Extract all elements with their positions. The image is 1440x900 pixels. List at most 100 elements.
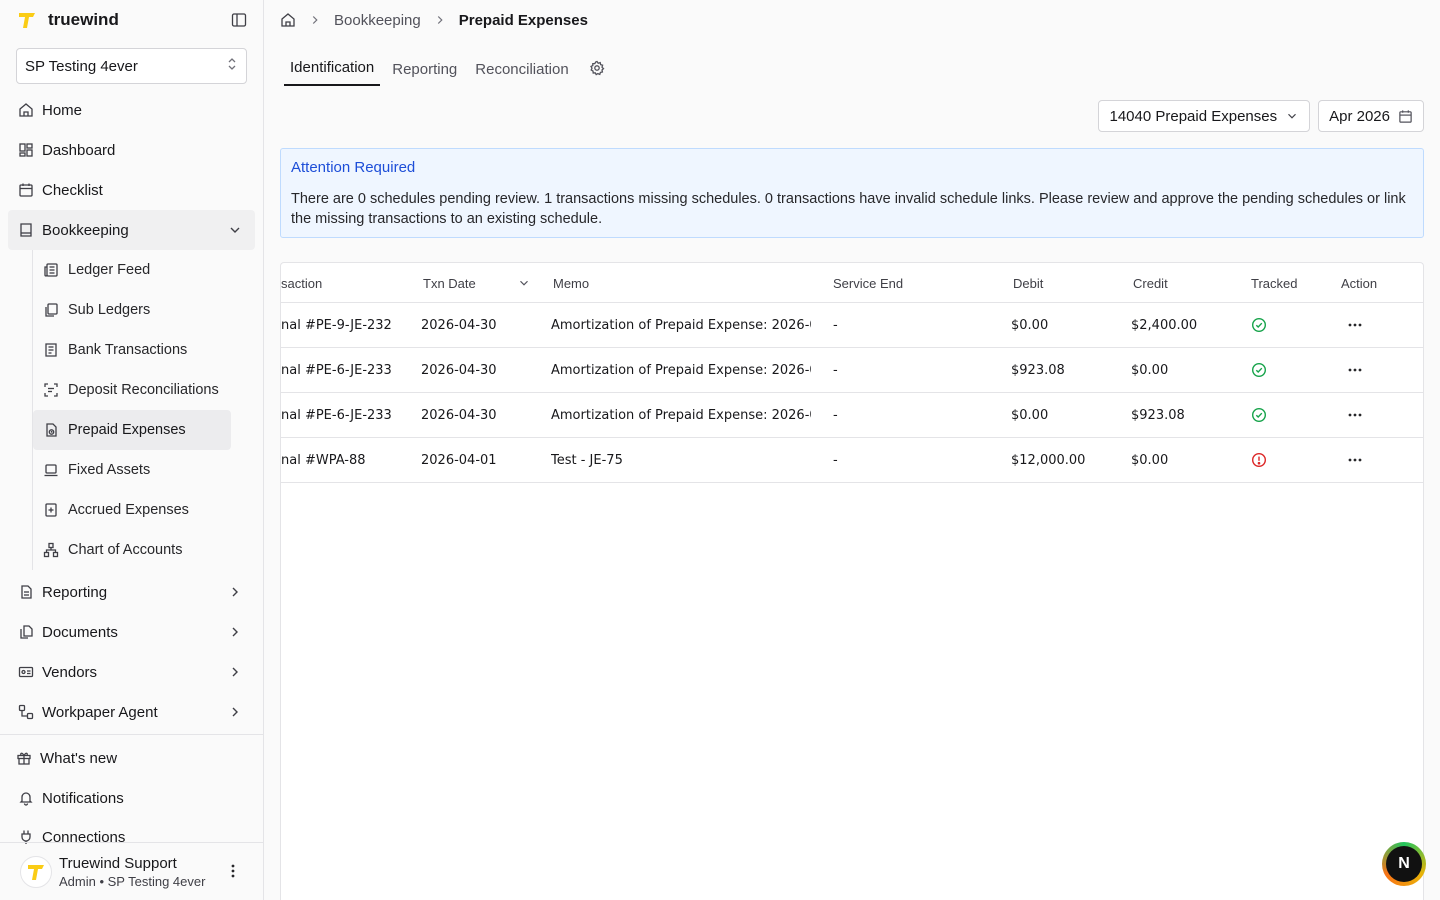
nav-label-documents: Documents — [42, 623, 118, 641]
cell-service-end: - — [833, 452, 838, 468]
nav-item-dashboard[interactable]: Dashboard — [0, 130, 263, 170]
cell-transaction[interactable]: nal #PE-6-JE-233 — [281, 348, 416, 392]
sidebar-item-bank-transactions[interactable]: Bank Transactions — [33, 330, 231, 370]
tabs: Identification Reporting Reconciliation — [284, 40, 1440, 86]
chevron-right-icon — [227, 624, 243, 640]
table-row[interactable]: nal #PE-9-JE-232 2026-04-30 Amortization… — [281, 303, 1423, 348]
breadcrumb: Bookkeeping Prepaid Expenses — [264, 0, 1440, 40]
org-name: SP Testing 4ever — [25, 57, 138, 75]
nav-label-notifications: Notifications — [42, 789, 124, 807]
nav-item-whats-new[interactable]: What's new — [0, 737, 263, 779]
files-icon — [18, 624, 34, 640]
more-horizontal-icon[interactable] — [1347, 303, 1365, 347]
table-row[interactable]: nal #WPA-88 2026-04-01 Test - JE-75 - $1… — [281, 438, 1423, 483]
home-icon[interactable] — [280, 12, 296, 28]
nav-item-documents[interactable]: Documents — [0, 612, 263, 652]
nav-item-home[interactable]: Home — [0, 90, 263, 130]
breadcrumb-current: Prepaid Expenses — [458, 11, 588, 29]
col-header-txn-date-label: Txn Date — [423, 275, 476, 291]
chevron-right-icon — [227, 664, 243, 680]
cell-transaction[interactable]: nal #WPA-88 — [281, 438, 416, 482]
more-horizontal-icon[interactable] — [1347, 348, 1365, 392]
transactions-table: saction Txn Date Memo Service End Debit … — [280, 262, 1424, 900]
cell-txn-date: 2026-04-30 — [421, 407, 497, 423]
cell-credit: $923.08 — [1131, 407, 1185, 423]
org-selector[interactable]: SP Testing 4ever — [16, 48, 247, 84]
period-picker[interactable]: Apr 2026 — [1318, 100, 1424, 132]
cell-memo: Test - JE-75 — [551, 452, 623, 468]
sub-label-bank-transactions: Bank Transactions — [68, 342, 188, 358]
attention-alert: Attention Required There are 0 schedules… — [280, 148, 1424, 238]
sidebar-item-chart-of-accounts[interactable]: Chart of Accounts — [33, 530, 231, 570]
check-circle-icon — [1251, 303, 1269, 347]
newspaper-icon — [43, 262, 59, 278]
tab-reporting[interactable]: Reporting — [386, 61, 463, 86]
nav-item-notifications[interactable]: Notifications — [0, 779, 263, 817]
nav-label-reporting: Reporting — [42, 583, 108, 601]
cell-memo: Amortization of Prepaid Expense: 2026-04… — [551, 407, 811, 423]
user-card[interactable]: Truewind Support Admin • SP Testing 4eve… — [0, 842, 263, 900]
cell-debit: $923.08 — [1011, 362, 1065, 378]
sidebar-item-ledger-feed[interactable]: Ledger Feed — [33, 250, 231, 290]
cell-transaction[interactable]: nal #PE-6-JE-233 — [281, 393, 416, 437]
brand: truewind — [0, 0, 263, 40]
more-horizontal-icon[interactable] — [1347, 393, 1365, 437]
col-header-transaction[interactable]: saction — [281, 263, 411, 303]
more-horizontal-icon[interactable] — [1347, 438, 1365, 482]
nav-label-dashboard: Dashboard — [42, 141, 116, 159]
user-role: Admin • SP Testing 4ever — [59, 873, 206, 889]
nav-item-bookkeeping[interactable]: Bookkeeping — [8, 210, 255, 250]
sidebar-item-accrued-expenses[interactable]: Accrued Expenses — [33, 490, 231, 530]
sub-label-deposit-reconciliations: Deposit Reconciliations — [68, 382, 219, 398]
more-vertical-icon[interactable] — [225, 863, 241, 879]
nav-item-workpaper-agent[interactable]: Workpaper Agent — [0, 692, 263, 732]
sort-chevron-down-icon[interactable] — [517, 263, 531, 303]
chevron-down-icon — [227, 222, 243, 238]
cell-credit: $0.00 — [1131, 362, 1169, 378]
cell-txn-date: 2026-04-01 — [421, 452, 497, 468]
table-row[interactable]: nal #PE-6-JE-233 2026-04-30 Amortization… — [281, 348, 1423, 393]
sidebar-item-sub-ledgers[interactable]: Sub Ledgers — [33, 290, 231, 330]
file-text-icon — [18, 584, 34, 600]
truewind-logo-icon — [16, 9, 38, 31]
alert-circle-icon — [1251, 438, 1269, 482]
user-info: Truewind Support Admin • SP Testing 4eve… — [59, 855, 205, 889]
cell-debit: $0.00 — [1011, 407, 1049, 423]
cell-txn-date: 2026-04-30 — [421, 317, 497, 333]
settings-gear-icon[interactable] — [581, 60, 613, 86]
check-circle-icon — [1251, 348, 1269, 392]
nav-item-reporting[interactable]: Reporting — [0, 572, 263, 612]
sub-label-sub-ledgers: Sub Ledgers — [68, 302, 151, 318]
copy-icon — [43, 302, 59, 318]
id-card-icon — [18, 664, 34, 680]
nav-item-checklist[interactable]: Checklist — [0, 170, 263, 210]
receipt-icon — [43, 342, 59, 358]
sub-label-fixed-assets: Fixed Assets — [68, 462, 151, 478]
tab-reconciliation[interactable]: Reconciliation — [469, 61, 574, 86]
nav-item-vendors[interactable]: Vendors — [0, 652, 263, 692]
cell-credit: $0.00 — [1131, 452, 1169, 468]
brand-name: truewind — [48, 10, 119, 29]
nav-label-whats-new: What's new — [40, 749, 118, 767]
sidebar-item-prepaid-expenses[interactable]: Prepaid Expenses — [33, 410, 231, 450]
col-header-credit[interactable]: Credit — [1133, 263, 1233, 303]
sidebar-item-deposit-reconciliations[interactable]: Deposit Reconciliations — [33, 370, 231, 410]
breadcrumb-bookkeeping-link[interactable]: Bookkeeping — [334, 12, 421, 29]
main-content: Bookkeeping Prepaid Expenses Identificat… — [264, 0, 1440, 900]
col-header-service-end[interactable]: Service End — [833, 263, 993, 303]
col-header-debit[interactable]: Debit — [1013, 263, 1113, 303]
book-icon — [18, 222, 34, 238]
assistant-fab[interactable]: N — [1382, 842, 1426, 886]
nav-label-home: Home — [42, 101, 83, 119]
col-header-tracked[interactable]: Tracked — [1251, 263, 1331, 303]
account-select[interactable]: 14040 Prepaid Expenses — [1098, 100, 1311, 132]
sidebar-toggle-icon[interactable] — [231, 12, 247, 28]
col-header-memo[interactable]: Memo — [553, 263, 813, 303]
fab-label: N — [1386, 846, 1422, 882]
cell-transaction[interactable]: nal #PE-9-JE-232 — [281, 303, 416, 347]
tab-identification[interactable]: Identification — [284, 59, 381, 86]
table-row[interactable]: nal #PE-6-JE-233 2026-04-30 Amortization… — [281, 393, 1423, 438]
sidebar-item-fixed-assets[interactable]: Fixed Assets — [33, 450, 231, 490]
alert-body: There are 0 schedules pending review. 1 … — [291, 191, 1406, 227]
bookkeeping-subnav: Ledger Feed Sub Ledgers Bank Transaction… — [32, 250, 263, 570]
